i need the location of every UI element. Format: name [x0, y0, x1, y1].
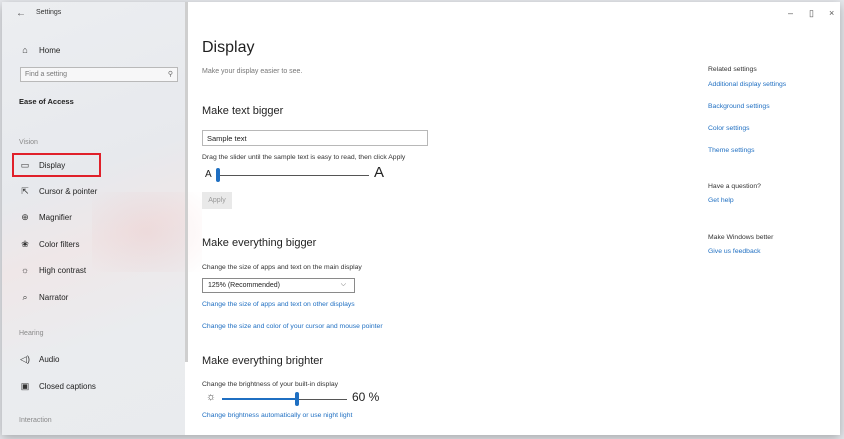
- section-heading-everything-bigger: Make everything bigger: [202, 237, 317, 249]
- sidebar-item-label: Audio: [39, 354, 60, 364]
- apply-button[interactable]: Apply: [202, 192, 232, 209]
- section-heading-text-bigger: Make text bigger: [202, 105, 284, 117]
- sidebar-item-label: Color filters: [39, 239, 80, 249]
- cursor-icon: ⇱: [21, 185, 29, 196]
- question-heading: Have a question?: [708, 183, 761, 190]
- search-icon: ⚲: [167, 71, 173, 78]
- sidebar-item-magnifier[interactable]: ⊕ Magnifier: [18, 209, 72, 225]
- related-settings-panel: Related settings Additional display sett…: [708, 2, 838, 435]
- main-content: Display Make your display easier to see.…: [202, 2, 672, 435]
- page-title: Display: [202, 39, 255, 56]
- magnifier-icon: ⊕: [21, 211, 29, 222]
- link-color-settings[interactable]: Color settings: [708, 125, 750, 132]
- related-settings-heading: Related settings: [708, 66, 757, 73]
- slider-thumb[interactable]: [216, 168, 220, 182]
- audio-icon: ◁): [20, 353, 30, 364]
- scale-description: Change the size of apps and text on the …: [202, 264, 362, 271]
- group-label-vision: Vision: [19, 139, 38, 146]
- link-cursor-size[interactable]: Change the size and color of your cursor…: [202, 323, 383, 330]
- sidebar-item-closed-captions[interactable]: ▣ Closed captions: [18, 378, 96, 394]
- slider-track[interactable]: [219, 175, 369, 176]
- slider-thumb[interactable]: [295, 392, 299, 406]
- color-filter-icon: ❀: [21, 238, 29, 249]
- sidebar-item-home[interactable]: ⌂ Home: [18, 42, 60, 58]
- selection-highlight: [12, 153, 101, 177]
- link-get-help[interactable]: Get help: [708, 197, 734, 204]
- home-icon: ⌂: [22, 45, 28, 55]
- scale-dropdown-value: 125% (Recommended): [208, 282, 280, 289]
- search-placeholder: Find a setting: [25, 71, 68, 78]
- sidebar-item-audio[interactable]: ◁) Audio: [18, 351, 59, 367]
- group-label-interaction: Interaction: [19, 417, 52, 424]
- high-contrast-icon: ☼: [20, 265, 30, 275]
- captions-icon: ▣: [20, 380, 30, 391]
- brightness-description: Change the brightness of your built-in d…: [202, 381, 339, 388]
- settings-window: ← Settings ⌂ Home Find a setting ⚲ Ease …: [2, 2, 840, 435]
- large-a-label: A: [374, 164, 385, 181]
- sidebar-item-label: Cursor & pointer: [39, 186, 98, 196]
- sidebar-scrollbar[interactable]: [185, 2, 188, 362]
- sidebar-item-label: Home: [39, 45, 61, 55]
- chevron-down-icon: ⌵: [340, 281, 346, 288]
- link-night-light[interactable]: Change brightness automatically or use n…: [202, 412, 352, 419]
- window-title: Settings: [36, 9, 62, 16]
- brightness-value: 60 %: [352, 390, 380, 404]
- link-give-feedback[interactable]: Give us feedback: [708, 248, 761, 255]
- sample-text-box: Sample text: [202, 130, 428, 146]
- sidebar-item-label: Narrator: [39, 292, 69, 302]
- text-size-slider[interactable]: A A: [202, 164, 412, 183]
- back-arrow-icon[interactable]: ←: [16, 8, 26, 19]
- category-title: Ease of Access: [19, 97, 74, 106]
- link-other-displays[interactable]: Change the size of apps and text on othe…: [202, 301, 355, 308]
- sidebar-item-high-contrast[interactable]: ☼ High contrast: [18, 262, 86, 278]
- group-label-hearing: Hearing: [19, 330, 44, 337]
- slider-fill: [222, 398, 297, 400]
- sidebar-item-cursor-pointer[interactable]: ⇱ Cursor & pointer: [18, 183, 97, 199]
- sidebar-item-color-filters[interactable]: ❀ Color filters: [18, 236, 79, 252]
- scale-dropdown[interactable]: 125% (Recommended) ⌵: [202, 278, 355, 293]
- link-theme-settings[interactable]: Theme settings: [708, 147, 754, 154]
- sidebar-item-label: Magnifier: [39, 212, 72, 222]
- search-input[interactable]: Find a setting ⚲: [20, 67, 178, 82]
- sidebar-item-narrator[interactable]: ⌕ Narrator: [18, 289, 68, 305]
- sidebar-item-label: High contrast: [39, 265, 87, 275]
- sidebar-item-label: Closed captions: [39, 381, 96, 391]
- section-heading-everything-brighter: Make everything brighter: [202, 355, 324, 367]
- small-a-label: A: [205, 169, 212, 180]
- link-additional-display-settings[interactable]: Additional display settings: [708, 81, 786, 88]
- brightness-slider[interactable]: ☼ 60 %: [202, 390, 462, 407]
- sidebar: ← Settings ⌂ Home Find a setting ⚲ Ease …: [2, 2, 202, 435]
- feedback-heading: Make Windows better: [708, 234, 774, 241]
- link-background-settings[interactable]: Background settings: [708, 103, 770, 110]
- brightness-icon: ☼: [206, 391, 217, 403]
- page-subtitle: Make your display easier to see.: [202, 68, 303, 75]
- narrator-icon: ⌕: [22, 291, 28, 302]
- text-size-instruction: Drag the slider until the sample text is…: [202, 154, 406, 161]
